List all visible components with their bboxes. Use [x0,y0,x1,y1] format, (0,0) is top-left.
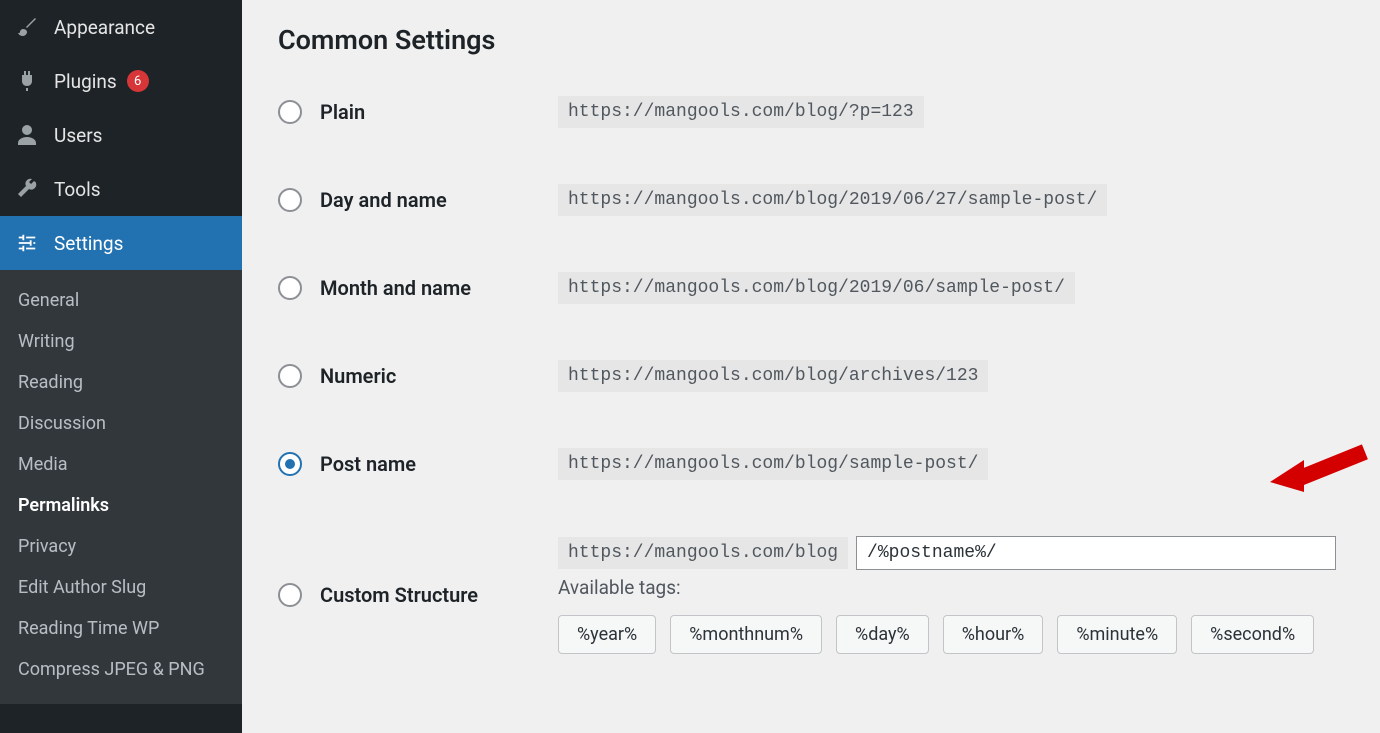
option-row-plain: Plain https://mangools.com/blog/?p=123 [278,96,1344,184]
example-url: https://mangools.com/blog/2019/06/sample… [558,272,1075,304]
admin-sidebar: Appearance Plugins 6 Users Tools Setting… [0,0,242,733]
option-dayname[interactable]: Day and name [278,188,558,212]
submenu-item-permalinks[interactable]: Permalinks [0,485,242,526]
sidebar-item-tools[interactable]: Tools [0,162,242,216]
plugins-badge: 6 [127,70,149,92]
option-monthname[interactable]: Month and name [278,276,558,300]
example-url: https://mangools.com/blog/?p=123 [558,96,924,128]
sidebar-item-label: Appearance [54,16,155,39]
option-row-custom: Custom Structure https://mangools.com/bl… [278,536,1344,710]
submenu-item-privacy[interactable]: Privacy [0,526,242,567]
option-label: Plain [320,100,365,124]
tag-day[interactable]: %day% [836,615,929,654]
sidebar-item-plugins[interactable]: Plugins 6 [0,54,242,108]
custom-structure-input[interactable] [856,536,1336,570]
tag-buttons: %year% %monthnum% %day% %hour% %minute% … [558,615,1344,654]
option-row-numeric: Numeric https://mangools.com/blog/archiv… [278,360,1344,448]
option-label: Numeric [320,364,396,388]
option-custom[interactable]: Custom Structure [278,583,558,607]
radio-postname[interactable] [278,452,302,476]
option-label: Month and name [320,276,471,300]
radio-custom[interactable] [278,583,302,607]
submenu-item-reading[interactable]: Reading [0,362,242,403]
example-url: https://mangools.com/blog/2019/06/27/sam… [558,184,1107,216]
radio-dayname[interactable] [278,188,302,212]
radio-monthname[interactable] [278,276,302,300]
permalink-options-table: Plain https://mangools.com/blog/?p=123 D… [278,96,1344,710]
option-plain[interactable]: Plain [278,100,558,124]
settings-page: Common Settings Plain https://mangools.c… [242,0,1380,733]
option-postname[interactable]: Post name [278,452,558,476]
option-label: Custom Structure [320,583,478,607]
tag-hour[interactable]: %hour% [943,615,1044,654]
submenu-item-general[interactable]: General [0,280,242,321]
submenu-item-compress-jpeg-png[interactable]: Compress JPEG & PNG [0,649,242,690]
custom-base-url: https://mangools.com/blog [558,537,848,569]
radio-plain[interactable] [278,100,302,124]
option-row-dayname: Day and name https://mangools.com/blog/2… [278,184,1344,272]
wrench-icon [14,176,40,202]
submenu-item-discussion[interactable]: Discussion [0,403,242,444]
tag-monthnum[interactable]: %monthnum% [670,615,822,654]
tag-second[interactable]: %second% [1191,615,1314,654]
submenu-item-writing[interactable]: Writing [0,321,242,362]
available-tags-label: Available tags: [558,576,1344,599]
sidebar-item-label: Users [54,124,102,147]
submenu-item-reading-time-wp[interactable]: Reading Time WP [0,608,242,649]
sidebar-item-label: Tools [54,178,101,201]
sidebar-item-label: Plugins [54,70,117,93]
user-icon [14,122,40,148]
sidebar-item-label: Settings [54,232,123,255]
tag-minute[interactable]: %minute% [1057,615,1177,654]
brush-icon [14,14,40,40]
option-label: Day and name [320,188,447,212]
option-row-monthname: Month and name https://mangools.com/blog… [278,272,1344,360]
sidebar-item-users[interactable]: Users [0,108,242,162]
settings-submenu: General Writing Reading Discussion Media… [0,270,242,704]
plug-icon [14,68,40,94]
option-label: Post name [320,452,416,476]
sidebar-item-appearance[interactable]: Appearance [0,0,242,54]
sidebar-item-settings[interactable]: Settings [0,216,242,270]
option-row-postname: Post name https://mangools.com/blog/samp… [278,448,1344,536]
sliders-icon [14,230,40,256]
submenu-item-media[interactable]: Media [0,444,242,485]
tag-year[interactable]: %year% [558,615,656,654]
option-numeric[interactable]: Numeric [278,364,558,388]
radio-numeric[interactable] [278,364,302,388]
example-url: https://mangools.com/blog/sample-post/ [558,448,988,480]
section-title: Common Settings [278,24,1344,56]
example-url: https://mangools.com/blog/archives/123 [558,360,988,392]
submenu-item-edit-author-slug[interactable]: Edit Author Slug [0,567,242,608]
